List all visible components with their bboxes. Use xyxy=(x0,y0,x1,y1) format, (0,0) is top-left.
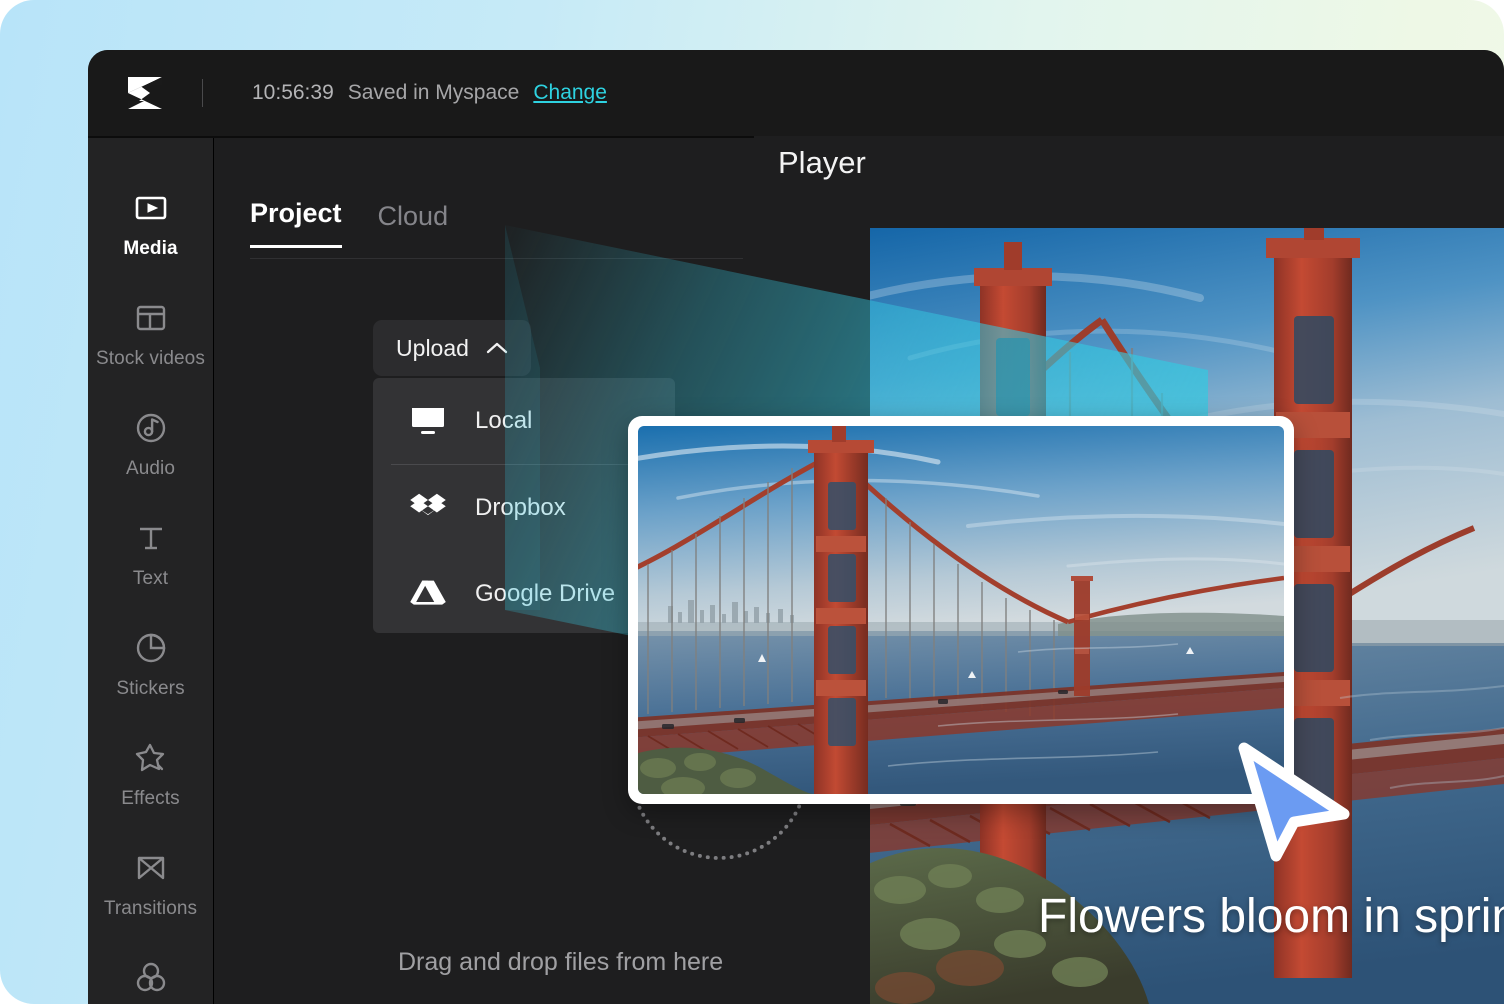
sidebar-item-stickers[interactable]: Stickers xyxy=(88,610,213,720)
saved-status: Saved in Myspace xyxy=(347,81,520,104)
sidebar-item-effects[interactable]: Effects xyxy=(88,720,213,830)
dropzone-primary-text: Drag and drop files from here xyxy=(398,948,724,976)
project-time: 10:56:39 xyxy=(252,81,334,104)
chevron-up-icon xyxy=(486,342,508,354)
sidebar-item-stock-videos[interactable]: Stock videos xyxy=(88,280,213,390)
upload-button[interactable]: Upload xyxy=(373,320,531,376)
sidebar-item-label: Audio xyxy=(125,458,176,479)
media-play-frame-icon xyxy=(135,196,166,220)
tab-project[interactable]: Project xyxy=(250,198,342,248)
sidebar-item-label: Stickers xyxy=(116,678,185,699)
filters-three-circles-icon xyxy=(136,962,165,992)
stock-videos-layout-icon xyxy=(136,305,165,331)
media-tabs: Project Cloud xyxy=(250,198,448,248)
sidebar-item-label: Transitions xyxy=(103,898,198,919)
logo-divider xyxy=(202,79,203,107)
text-t-icon xyxy=(139,527,162,550)
upload-menu-item-label: Google Drive xyxy=(475,580,616,607)
upload-button-label: Upload xyxy=(396,334,469,361)
tabs-divider xyxy=(250,258,743,259)
transitions-bowtie-icon xyxy=(137,856,164,880)
app-logo[interactable] xyxy=(88,73,202,113)
sidebar-rail: Media Stock videos Audio Text Stickers E… xyxy=(88,138,214,1004)
upload-menu-item-label: Dropbox xyxy=(475,494,566,521)
dragged-thumbnail-image xyxy=(638,426,1284,794)
sidebar-item-label: Effects xyxy=(121,788,180,809)
tab-cloud[interactable]: Cloud xyxy=(378,201,449,248)
monitor-icon xyxy=(412,408,444,434)
upload-menu-item-label: Local xyxy=(475,407,533,434)
sidebar-item-audio[interactable]: Audio xyxy=(88,390,213,500)
thumbnail-bridge-image xyxy=(638,426,1284,794)
player-caption-overlay: Flowers bloom in spring xyxy=(1038,890,1504,943)
sidebar-item-label: Text xyxy=(132,568,169,589)
effects-sparkle-star-icon xyxy=(135,743,164,772)
player-title: Player xyxy=(778,145,866,180)
arrow-pointer-cursor xyxy=(1238,742,1350,862)
audio-note-icon xyxy=(136,413,165,443)
dragged-media-thumbnail[interactable] xyxy=(628,416,1294,804)
sidebar-item-media[interactable]: Media xyxy=(88,170,213,280)
app-window: 10:56:39 Saved in Myspace Change Media S… xyxy=(88,50,1504,1004)
sidebar-item-filters[interactable]: Filters xyxy=(88,940,213,1004)
sidebar-item-transitions[interactable]: Transitions xyxy=(88,830,213,940)
sidebar-item-text[interactable]: Text xyxy=(88,500,213,610)
top-bar: 10:56:39 Saved in Myspace Change xyxy=(88,50,1504,136)
capcut-logo-icon xyxy=(128,77,162,109)
change-location-link[interactable]: Change xyxy=(533,81,607,105)
sidebar-item-label: Media xyxy=(123,238,178,259)
dropbox-icon xyxy=(410,493,446,516)
sidebar-item-label: Stock videos xyxy=(96,348,205,369)
screenshot-stage: 10:56:39 Saved in Myspace Change Media S… xyxy=(0,0,1504,1004)
google-drive-icon xyxy=(410,580,446,605)
topbar-meta-group: 10:56:39 Saved in Myspace Change xyxy=(252,81,607,105)
stickers-circle-icon xyxy=(136,633,165,663)
